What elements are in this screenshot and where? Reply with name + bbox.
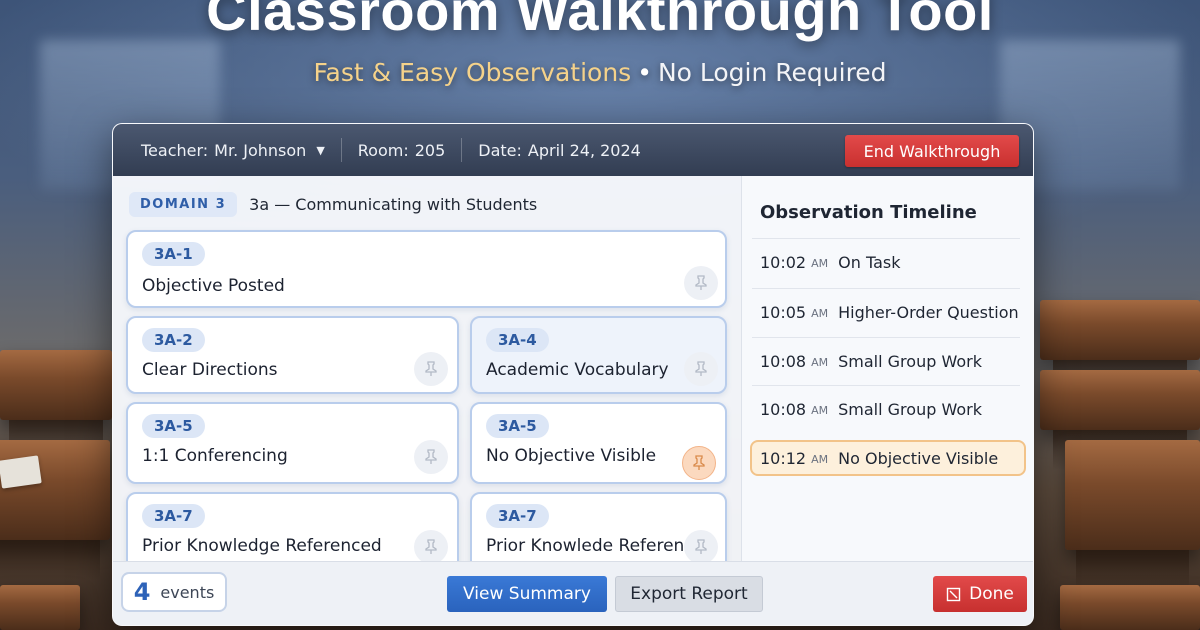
indicator-code: 3A-7 [486,504,549,528]
entry-time: 10:08 [760,352,807,371]
indicator-code: 3A-2 [142,328,205,352]
event-word: events [160,582,215,602]
indicator-card-prior-knowledge-2[interactable]: 3A-7 Prior Knowlede Referenced [470,492,727,561]
entry-label: No Objective Visible [838,448,999,468]
indicator-card-no-objective-visible[interactable]: 3A-5 No Objective Visible [470,402,727,484]
indicator-label: 1:1 Conferencing [142,446,288,466]
pin-icon[interactable] [684,352,718,386]
entry-ampm: AM [811,307,829,320]
done-icon [946,587,961,601]
entry-ampm: AM [811,404,829,417]
entry-time: 10:08 [760,400,807,419]
indicator-label: No Objective Visible [486,446,657,466]
chevron-down-icon: ▼ [316,143,325,157]
indicator-card-1-1-conferencing[interactable]: 3A-5 1:1 Conferencing [126,402,459,484]
background-desk [1065,440,1200,590]
indicator-label: Prior Knowlede Referenced [486,536,715,556]
subtitle-accent: Fast & Easy Observations [313,58,632,87]
background-paper [0,455,42,489]
background-desk [0,350,112,460]
teacher-label: Teacher: [141,140,209,160]
background-desk [0,585,80,630]
observation-timeline: Observation Timeline 10:02 AM On Task 10… [741,176,1033,561]
background-desk [1040,370,1200,470]
indicator-code: 3A-4 [486,328,549,352]
background-desk [0,440,110,580]
background-desk [1040,300,1200,400]
entry-ampm: AM [811,356,829,369]
domain-title: 3a — Communicating with Students [249,195,538,214]
indicator-label: Academic Vocabulary [486,360,669,380]
timeline-title: Observation Timeline [760,202,977,223]
indicator-label: Prior Knowledge Referenced [142,536,382,556]
view-summary-button[interactable]: View Summary [447,576,607,612]
walkthrough-panel: Teacher: Mr. Johnson ▼ Room: 205 Date: A… [112,123,1034,626]
entry-label: Small Group Work [838,352,982,371]
event-counter: 4 events [121,572,227,612]
indicator-label: Objective Posted [142,276,285,296]
indicator-code: 3A-1 [142,242,205,266]
indicator-card-prior-knowledge[interactable]: 3A-7 Prior Knowledge Referenced [126,492,459,561]
room-value: 205 [414,140,446,160]
pin-icon[interactable] [682,446,716,480]
pin-icon[interactable] [414,352,448,386]
room-field: Room: 205 [358,141,446,160]
room-label: Room: [357,140,409,160]
date-value: April 24, 2024 [527,140,641,160]
subtitle-rest: No Login Required [657,58,887,87]
pin-icon[interactable] [414,440,448,474]
domain-header: DOMAIN 3 3a — Communicating with Student… [129,192,537,217]
timeline-entry[interactable]: 10:08 AM Small Group Work [752,337,1020,385]
indicator-code: 3A-5 [486,414,549,438]
action-bar: 4 events View Summary Export Report Done [113,561,1033,625]
divider [340,138,342,162]
indicator-area: DOMAIN 3 3a — Communicating with Student… [113,176,741,561]
indicator-label: Clear Directions [142,360,278,380]
domain-chip: DOMAIN 3 [129,192,238,217]
pin-icon[interactable] [684,266,718,300]
indicator-card-academic-vocabulary[interactable]: 3A-4 Academic Vocabulary [470,316,727,394]
entry-label: On Task [838,253,901,272]
end-walkthrough-button[interactable]: End Walkthrough [845,135,1019,167]
indicator-card-clear-directions[interactable]: 3A-2 Clear Directions [126,316,459,394]
entry-time: 10:12 [760,448,807,468]
pin-icon[interactable] [414,530,448,561]
entry-label: Higher-Order Question [838,303,1019,322]
divider [461,138,463,162]
date-field: Date: April 24, 2024 [478,141,641,160]
timeline-entry[interactable]: 10:08 AM Small Group Work [752,385,1020,433]
timeline-entry[interactable]: 10:02 AM On Task [752,238,1020,286]
indicator-code: 3A-7 [142,504,205,528]
page-title: Classroom Walkthrough Tool [206,0,994,42]
indicator-code: 3A-5 [142,414,205,438]
entry-ampm: AM [811,452,829,466]
session-bar: Teacher: Mr. Johnson ▼ Room: 205 Date: A… [113,124,1033,176]
background-desk [1060,585,1200,630]
timeline-entry-highlighted[interactable]: 10:12 AM No Objective Visible [750,440,1026,476]
entry-label: Small Group Work [838,400,982,419]
subtitle-separator: • [637,58,652,87]
done-button[interactable]: Done [933,576,1027,612]
indicator-card-objective-posted[interactable]: 3A-1 Objective Posted [126,230,727,308]
teacher-value: Mr. Johnson [214,140,307,160]
teacher-select[interactable]: Teacher: Mr. Johnson ▼ [141,141,325,160]
pin-icon[interactable] [684,530,718,561]
entry-time: 10:02 [760,253,807,272]
event-count: 4 [133,578,151,606]
export-report-button[interactable]: Export Report [615,576,763,612]
entry-ampm: AM [811,257,829,270]
timeline-entry[interactable]: 10:05 AM Higher-Order Question [752,288,1020,336]
date-label: Date: [478,140,522,160]
page-subtitle: Fast & Easy Observations • No Login Requir… [0,58,1200,87]
done-label: Done [969,584,1014,604]
entry-time: 10:05 [760,303,807,322]
